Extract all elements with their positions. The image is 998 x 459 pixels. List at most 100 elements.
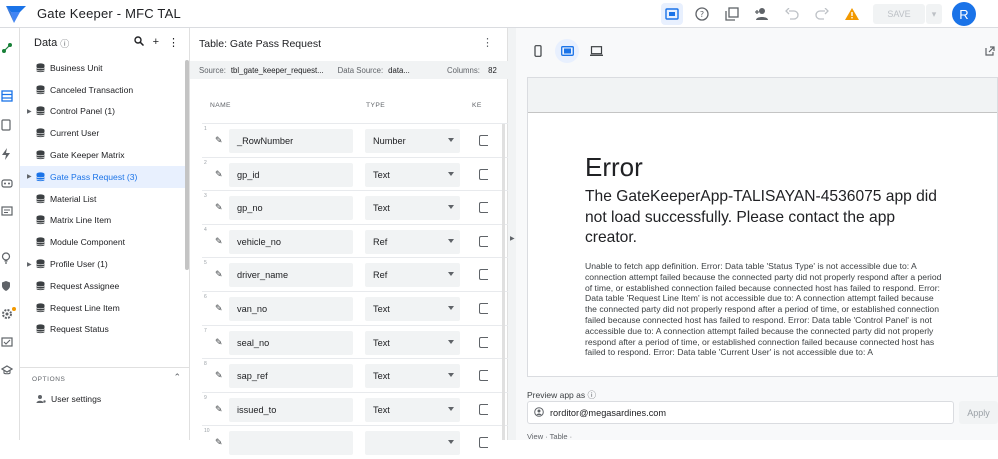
column-name-field[interactable]: gp_no [229, 196, 353, 221]
user-avatar[interactable]: R [952, 2, 976, 26]
chevron-up-icon[interactable]: ⌃ [173, 372, 181, 383]
table-list-item[interactable]: Business Unit [20, 57, 185, 79]
data-panel-scrollbar[interactable] [185, 60, 189, 270]
column-name-field[interactable]: seal_no [229, 330, 353, 355]
preview-email-input[interactable]: rorditor@megasardines.com [527, 401, 954, 424]
help-icon[interactable]: ? [691, 3, 713, 25]
save-options-chevron-icon[interactable]: ▾ [926, 4, 942, 24]
table-scrollbar[interactable] [502, 124, 505, 440]
warning-icon[interactable] [841, 3, 863, 25]
column-type-select[interactable]: Number [365, 129, 460, 153]
undo-icon[interactable] [781, 3, 803, 25]
column-name-field[interactable] [229, 431, 353, 456]
edit-pencil-icon[interactable]: ✎ [215, 202, 223, 213]
share-person-add-icon[interactable] [751, 3, 773, 25]
edit-pencil-icon[interactable]: ✎ [215, 303, 223, 314]
column-row: 6 ✎ van_no Text [202, 290, 508, 325]
expand-arrow-icon[interactable]: ▶ [510, 235, 515, 242]
table-list-item[interactable]: Current User [20, 122, 185, 144]
key-checkbox[interactable] [479, 302, 488, 314]
apply-button[interactable]: Apply [959, 401, 998, 424]
expand-caret-icon[interactable]: ▶ [27, 173, 32, 180]
automation-bot-icon[interactable] [0, 175, 20, 191]
desktop-device-icon[interactable] [584, 39, 608, 63]
key-checkbox[interactable] [479, 336, 488, 348]
column-type-select[interactable]: Text [365, 196, 460, 221]
redo-icon[interactable] [811, 3, 833, 25]
column-type-select[interactable]: Text [365, 364, 460, 389]
column-type-select[interactable] [365, 431, 460, 456]
mobile-device-icon[interactable] [526, 39, 550, 63]
intelligence-icon[interactable] [0, 203, 20, 219]
tablet-device-icon[interactable] [555, 39, 579, 63]
key-checkbox[interactable] [479, 269, 488, 281]
expand-caret-icon[interactable]: ▶ [27, 108, 32, 115]
edit-pencil-icon[interactable]: ✎ [215, 404, 223, 415]
preview-toggle-icon[interactable] [661, 3, 683, 25]
row-number: 4 [204, 226, 207, 233]
column-name-field[interactable]: sap_ref [229, 364, 353, 389]
app-graph-icon[interactable] [0, 40, 20, 56]
edit-pencil-icon[interactable]: ✎ [215, 169, 223, 180]
key-checkbox[interactable] [479, 235, 488, 247]
settings-gear-icon[interactable] [0, 306, 20, 322]
learn-icon[interactable] [0, 362, 20, 378]
table-list-item[interactable]: Canceled Transaction [20, 79, 185, 101]
column-name-field[interactable]: issued_to [229, 397, 353, 422]
lightbulb-icon[interactable] [0, 250, 20, 266]
data-nav-icon[interactable] [0, 88, 20, 104]
manage-icon[interactable] [0, 334, 20, 350]
database-icon [36, 215, 45, 225]
column-type-select[interactable]: Text [365, 397, 460, 422]
table-more-vert-icon[interactable]: ⋮ [482, 36, 493, 49]
actions-bolt-icon[interactable] [0, 146, 20, 162]
column-name-field[interactable]: vehicle_no [229, 229, 353, 254]
column-name-field[interactable]: driver_name [229, 263, 353, 288]
edit-pencil-icon[interactable]: ✎ [215, 337, 223, 348]
table-list-item[interactable]: ▶ Profile User (1) [20, 253, 185, 275]
table-list-item[interactable]: Request Status [20, 319, 185, 341]
edit-pencil-icon[interactable]: ✎ [215, 236, 223, 247]
column-name-field[interactable]: van_no [229, 296, 353, 321]
add-table-icon[interactable]: + [153, 36, 159, 49]
search-icon[interactable] [133, 36, 144, 49]
expand-caret-icon[interactable]: ▶ [27, 261, 32, 268]
key-checkbox[interactable] [479, 437, 488, 449]
column-name-field[interactable]: gp_id [229, 162, 353, 187]
security-shield-icon[interactable] [0, 278, 20, 294]
table-list-item[interactable]: ▶ Control Panel (1) [20, 101, 185, 123]
table-list-item[interactable]: Request Assignee [20, 275, 185, 297]
table-list-item[interactable]: Request Line Item [20, 297, 185, 319]
open-in-new-icon[interactable] [985, 46, 995, 58]
edit-pencil-icon[interactable]: ✎ [215, 135, 223, 146]
appsheet-logo-icon[interactable] [5, 4, 27, 24]
preview-info-icon[interactable]: ⓘ [588, 390, 597, 400]
info-icon[interactable]: ⓘ [60, 37, 69, 50]
table-list-item[interactable]: Material List [20, 188, 185, 210]
panel-divider[interactable]: ▶ [508, 28, 516, 440]
key-checkbox[interactable] [479, 403, 488, 415]
save-button[interactable]: SAVE [873, 4, 925, 24]
column-type-select[interactable]: Ref [365, 263, 460, 288]
table-list-item[interactable]: Module Component [20, 231, 185, 253]
more-vert-icon[interactable]: ⋮ [168, 36, 179, 49]
source-value[interactable]: tbl_gate_keeper_request... [231, 66, 324, 75]
edit-pencil-icon[interactable]: ✎ [215, 437, 223, 448]
user-settings-item[interactable]: User settings [36, 394, 101, 404]
column-type-select[interactable]: Text [365, 296, 460, 321]
key-checkbox[interactable] [479, 168, 488, 180]
edit-pencil-icon[interactable]: ✎ [215, 269, 223, 280]
edit-pencil-icon[interactable]: ✎ [215, 370, 223, 381]
key-checkbox[interactable] [479, 370, 488, 382]
table-list-item[interactable]: ▶ Gate Pass Request (3) [20, 165, 185, 188]
key-checkbox[interactable] [479, 135, 488, 146]
key-checkbox[interactable] [479, 202, 488, 214]
column-name-field[interactable]: _RowNumber [229, 129, 353, 153]
table-list-item[interactable]: Matrix Line Item [20, 210, 185, 232]
copy-app-icon[interactable] [721, 3, 743, 25]
column-type-select[interactable]: Text [365, 330, 460, 355]
column-type-select[interactable]: Text [365, 162, 460, 187]
table-list-item[interactable]: Gate Keeper Matrix [20, 144, 185, 166]
views-nav-icon[interactable] [0, 117, 20, 133]
column-type-select[interactable]: Ref [365, 229, 460, 254]
